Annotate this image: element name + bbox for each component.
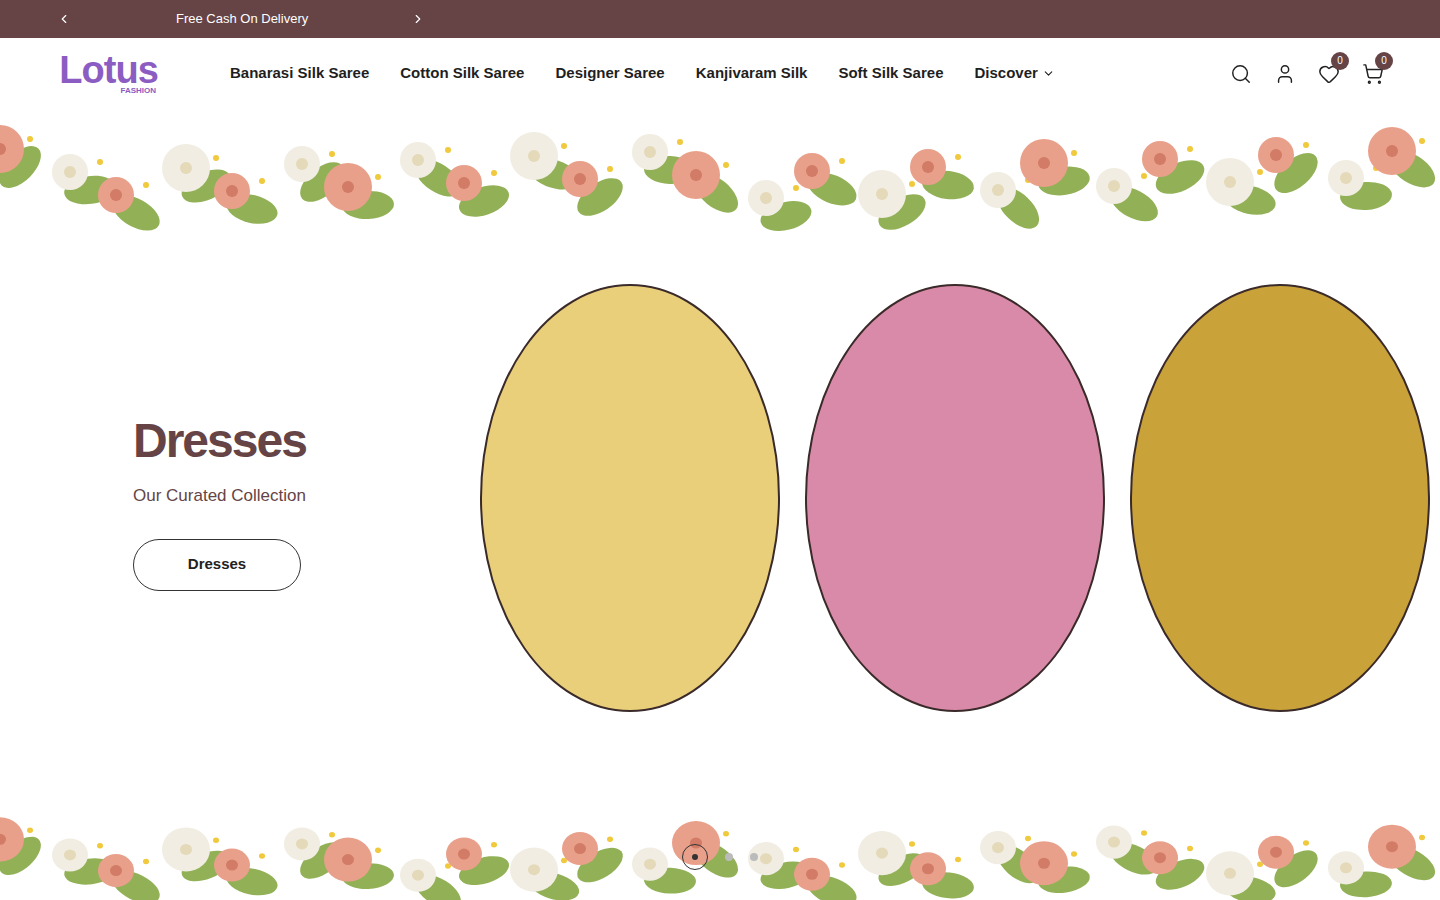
- nav-item[interactable]: Designer Saree: [555, 62, 664, 85]
- nav-item[interactable]: Kanjivaram Silk: [696, 62, 808, 85]
- next-announcement-button[interactable]: [410, 12, 426, 26]
- cart-badge: 0: [1375, 52, 1393, 70]
- hero-gallery: [480, 245, 1430, 712]
- nav-item[interactable]: Soft Silk Saree: [838, 62, 943, 85]
- cart-button[interactable]: 0: [1362, 63, 1384, 85]
- search-icon[interactable]: [1230, 63, 1252, 85]
- hero-photo[interactable]: [480, 284, 780, 712]
- hero-text: Dresses Our Curated Collection Dresses: [0, 245, 480, 591]
- chevron-left-icon: [57, 12, 71, 26]
- nav-item[interactable]: Cotton Silk Saree: [400, 62, 524, 85]
- slider-dot[interactable]: [725, 853, 733, 861]
- hero-subtitle: Our Curated Collection: [133, 483, 306, 509]
- prev-announcement-button[interactable]: [56, 12, 72, 26]
- nav-item[interactable]: Banarasi Silk Saree: [230, 62, 369, 85]
- slider-dots: [0, 844, 1440, 870]
- header-icons: 00: [1230, 63, 1384, 85]
- nav-item[interactable]: Discover: [974, 62, 1054, 85]
- wishlist-button[interactable]: 0: [1318, 63, 1340, 85]
- slider-dot[interactable]: [682, 844, 708, 870]
- hero-photo[interactable]: [805, 284, 1105, 712]
- announcement-bar: Free Cash On Delivery: [0, 0, 1440, 38]
- account-icon[interactable]: [1274, 63, 1296, 85]
- logo[interactable]: LotusFASHION: [58, 53, 158, 95]
- hero-content: Dresses Our Curated Collection Dresses: [0, 245, 1440, 775]
- hero-button[interactable]: Dresses: [133, 539, 301, 591]
- main-nav: Banarasi Silk Saree Cotton Silk Saree Desi…: [230, 62, 1055, 85]
- floral-decoration-icon: [0, 775, 1440, 900]
- header: LotusFASHION Banarasi Silk Saree Cotton Si…: [0, 38, 1440, 109]
- page: Free Cash On Delivery LotusFASHION Banaras…: [0, 0, 1440, 900]
- hero: Dresses Our Curated Collection Dresses: [0, 109, 1440, 900]
- floral-decoration-icon: [0, 109, 1440, 245]
- hero-top-floral: [0, 109, 1440, 245]
- hero-bottom-floral: [0, 775, 1440, 900]
- chevron-right-icon: [411, 12, 425, 26]
- slider-dot[interactable]: [750, 853, 758, 861]
- hero-title: Dresses: [133, 413, 306, 469]
- announcement-text: Free Cash On Delivery: [72, 9, 402, 29]
- chevron-down-icon: [1042, 67, 1055, 80]
- wishlist-badge: 0: [1331, 52, 1349, 70]
- hero-photo[interactable]: [1130, 284, 1430, 712]
